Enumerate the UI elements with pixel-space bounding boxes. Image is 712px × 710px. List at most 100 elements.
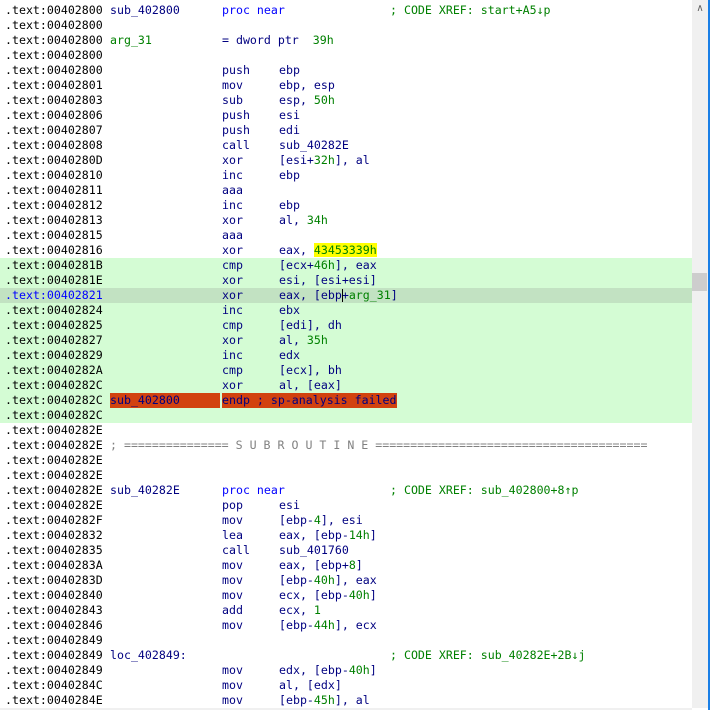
line-address: .text:00402811: [5, 183, 103, 197]
line-address: .text:0040282F: [5, 513, 103, 527]
code-line[interactable]: .text:00402813 xor al, 34h: [0, 213, 692, 228]
code-line[interactable]: .text:00402800 arg_31 = dword ptr 39h: [0, 33, 692, 48]
line-address: .text:0040284C: [5, 678, 103, 692]
mnemonic: cmp: [222, 363, 243, 377]
line-address: .text:0040282E: [5, 453, 103, 467]
code-line[interactable]: .text:00402843 add ecx, 1: [0, 603, 692, 618]
scrollbar-thumb[interactable]: [692, 273, 707, 291]
code-line[interactable]: .text:00402810 inc ebp: [0, 168, 692, 183]
code-line[interactable]: .text:00402846 mov [ebp-44h], ecx: [0, 618, 692, 633]
mnemonic: xor: [222, 153, 243, 167]
operands: ebp: [279, 63, 300, 77]
line-label[interactable]: sub_402800: [110, 393, 220, 408]
mnemonic: xor: [222, 213, 243, 227]
operands: edx, [ebp-40h]: [279, 663, 377, 677]
operands: eax, [ebp+arg_31]: [279, 288, 398, 302]
line-address: .text:00402849: [5, 633, 103, 647]
line-address: .text:0040282C: [5, 393, 103, 407]
code-line[interactable]: .text:0040283A mov eax, [ebp+8]: [0, 558, 692, 573]
line-address: .text:00402815: [5, 228, 103, 242]
mnemonic: mov: [222, 693, 243, 707]
code-line[interactable]: .text:00402849: [0, 633, 692, 648]
line-address: .text:00402810: [5, 168, 103, 182]
line-address: .text:0040282E: [5, 498, 103, 512]
code-line[interactable]: .text:00402800: [0, 18, 692, 33]
code-line[interactable]: .text:00402808 call sub_40282E: [0, 138, 692, 153]
line-address: .text:00402800: [5, 3, 103, 17]
code-line[interactable]: .text:00402800: [0, 48, 692, 63]
mnemonic: cmp: [222, 258, 243, 272]
mnemonic: inc: [222, 198, 243, 212]
code-line[interactable]: .text:0040284E mov [ebp-45h], al: [0, 693, 692, 708]
mnemonic: xor: [222, 243, 243, 257]
code-line[interactable]: .text:0040284C mov al, [edx]: [0, 678, 692, 693]
operands: ebp: [279, 168, 300, 182]
code-line[interactable]: .text:0040280D xor [esi+32h], al: [0, 153, 692, 168]
code-line[interactable]: .text:0040281B cmp [ecx+46h], eax: [0, 258, 692, 273]
line-address: .text:00402806: [5, 108, 103, 122]
code-line[interactable]: .text:0040282C xor al, [eax]: [0, 378, 692, 393]
code-line[interactable]: .text:0040282A cmp [ecx], bh: [0, 363, 692, 378]
operands: esi, [esi+esi]: [279, 273, 377, 287]
code-line[interactable]: .text:00402849 loc_402849: ; CODE XREF: su…: [0, 648, 692, 663]
code-line[interactable]: .text:00402824 inc ebx: [0, 303, 692, 318]
line-address: .text:00402846: [5, 618, 103, 632]
code-line[interactable]: .text:00402832 lea eax, [ebp-14h]: [0, 528, 692, 543]
disassembly-view[interactable]: .text:00402800 sub_402800 proc near; CODE …: [0, 0, 692, 708]
code-line[interactable]: .text:00402803 sub esp, 50h: [0, 93, 692, 108]
mnemonic: add: [222, 603, 243, 617]
line-label[interactable]: sub_402800: [110, 3, 180, 18]
code-line[interactable]: .text:00402811 aaa: [0, 183, 692, 198]
code-line[interactable]: .text:0040282F mov [ebp-4], esi: [0, 513, 692, 528]
line-address: .text:00402800: [5, 18, 103, 32]
operands: sub_401760: [279, 543, 349, 557]
operands: eax, 43453339h: [279, 243, 377, 257]
code-line[interactable]: .text:00402812 inc ebp: [0, 198, 692, 213]
line-address: .text:00402849: [5, 663, 103, 677]
code-line[interactable]: .text:00402815 aaa: [0, 228, 692, 243]
code-line[interactable]: .text:00402806 push esi: [0, 108, 692, 123]
code-line[interactable]: .text:0040282C sub_402800 endp ; sp-analys…: [0, 393, 692, 408]
code-line[interactable]: .text:00402840 mov ecx, [ebp-40h]: [0, 588, 692, 603]
mnemonic: mov: [222, 78, 243, 92]
code-line[interactable]: .text:00402835 call sub_401760: [0, 543, 692, 558]
mnemonic: proc near: [222, 483, 285, 497]
code-line[interactable]: .text:0040282E: [0, 453, 692, 468]
code-line[interactable]: .text:00402816 xor eax, 43453339h: [0, 243, 692, 258]
vertical-scrollbar[interactable]: ∧: [692, 0, 708, 708]
line-address: .text:00402803: [5, 93, 103, 107]
code-line[interactable]: .text:00402800 push ebp: [0, 63, 692, 78]
operands: eax, [ebp-14h]: [279, 528, 377, 542]
line-address: .text:0040282E: [5, 423, 103, 437]
mnemonic: aaa: [222, 228, 243, 242]
code-line[interactable]: .text:0040282E: [0, 423, 692, 438]
code-line[interactable]: .text:0040281E xor esi, [esi+esi]: [0, 273, 692, 288]
code-line[interactable]: .text:00402849 mov edx, [ebp-40h]: [0, 663, 692, 678]
code-line[interactable]: .text:0040282E: [0, 468, 692, 483]
code-line[interactable]: .text:0040283D mov [ebp-40h], eax: [0, 573, 692, 588]
code-line[interactable]: .text:00402800 sub_402800 proc near ; CODE …: [0, 3, 692, 18]
mnemonic: mov: [222, 558, 243, 572]
code-line[interactable]: .text:0040282E pop esi: [0, 498, 692, 513]
operands: [ebp-40h], eax: [279, 573, 377, 587]
chevron-up-icon[interactable]: ∧: [692, 0, 708, 18]
code-line[interactable]: .text:00402807 push edi: [0, 123, 692, 138]
code-line[interactable]: .text:00402827 xor al, 35h: [0, 333, 692, 348]
line-label[interactable]: arg_31: [110, 33, 152, 48]
subroutine-separator: ; =============== S U B R O U T I N E ==…: [110, 438, 648, 452]
line-label[interactable]: loc_402849:: [110, 648, 187, 663]
window-border: [708, 0, 710, 710]
code-line[interactable]: .text:0040282E sub_40282E proc near ; CODE …: [0, 483, 692, 498]
code-line[interactable]: .text:00402829 inc edx: [0, 348, 692, 363]
code-line[interactable]: .text:0040282C: [0, 408, 692, 423]
line-address: .text:00402807: [5, 123, 103, 137]
line-address: .text:00402840: [5, 588, 103, 602]
line-address: .text:00402827: [5, 333, 103, 347]
line-label[interactable]: sub_40282E: [110, 483, 180, 498]
current-line[interactable]: .text:00402821 xor eax, [ebp+arg_31]: [0, 288, 692, 303]
code-line[interactable]: .text:00402801 mov ebp, esp: [0, 78, 692, 93]
code-line[interactable]: .text:00402825 cmp [edi], dh: [0, 318, 692, 333]
operands: edx: [279, 348, 300, 362]
code-line[interactable]: .text:0040282E ; =============== S U B R …: [0, 438, 692, 453]
mnemonic: inc: [222, 303, 243, 317]
